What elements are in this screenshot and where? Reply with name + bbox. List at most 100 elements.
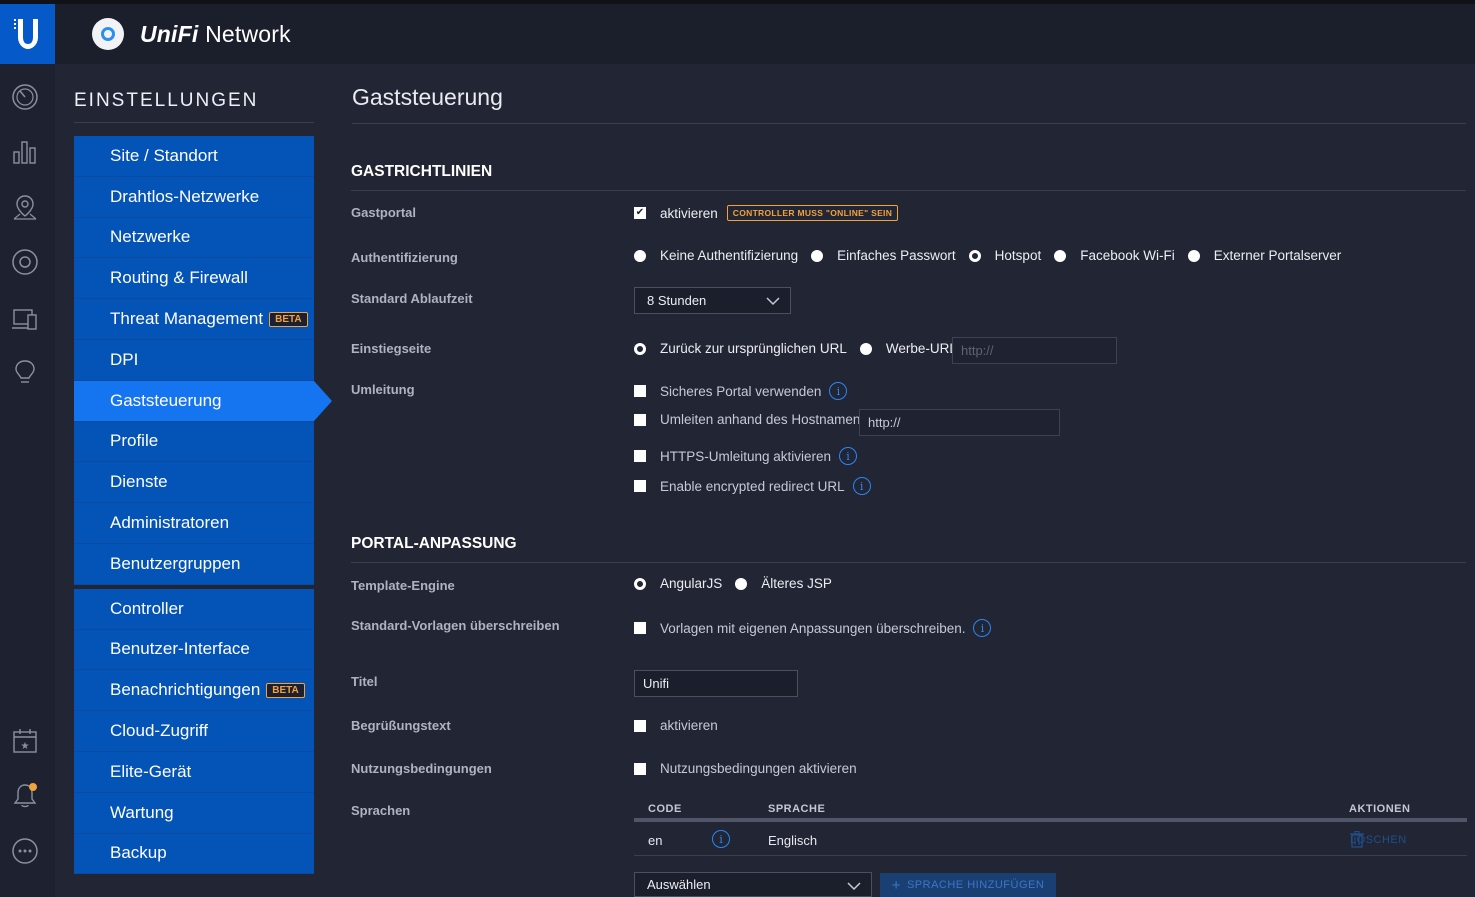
sidebar-item-label: Drahtlos-Netzwerke <box>110 186 260 206</box>
auth-option-facebook[interactable]: Facebook Wi-Fi <box>1054 248 1175 263</box>
dashboard-icon[interactable] <box>10 82 40 112</box>
sidebar-item-backup[interactable]: Backup <box>74 834 314 875</box>
statistics-icon[interactable] <box>10 137 40 167</box>
https-redirect-label: HTTPS-Umleitung aktivieren <box>660 448 832 464</box>
sidebar-item-label: Benutzer-Interface <box>110 639 250 659</box>
redirect-hostname-value: http:// <box>868 415 901 430</box>
guest-portal-checkbox[interactable]: ✔ <box>634 207 646 219</box>
language-select[interactable]: Auswählen <box>634 872 872 897</box>
sidebar-item-controller[interactable]: Controller <box>74 589 314 630</box>
devices-icon[interactable] <box>10 247 40 277</box>
promo-url-placeholder: http:// <box>961 343 994 358</box>
nav-group-controller: Controller Benutzer-Interface Benachrich… <box>74 588 314 875</box>
engine-option-angularjs[interactable]: AngularJS <box>634 576 722 591</box>
landing-option-promo-url[interactable]: Werbe-URL <box>859 341 957 356</box>
auth-option-label: Hotspot <box>994 248 1042 263</box>
chat-icon[interactable] <box>10 836 40 866</box>
label-authentication: Authentifizierung <box>351 250 458 265</box>
sidebar-item-profiles[interactable]: Profile <box>74 422 314 463</box>
add-language-label: SPRACHE HINZUFÜGEN <box>906 879 1045 891</box>
landing-option-original-url[interactable]: Zurück zur ursprünglichen URL <box>634 341 847 356</box>
info-icon[interactable]: i <box>852 477 871 495</box>
redirect-hostname-label: Umleiten anhand des Hostnamen <box>660 412 861 427</box>
map-icon[interactable] <box>10 192 40 222</box>
col-code-header: CODE <box>648 803 682 815</box>
terms-checkbox[interactable] <box>634 762 646 775</box>
encrypted-url-checkbox[interactable] <box>634 480 646 492</box>
sidebar-item-networks[interactable]: Netzwerke <box>74 218 314 259</box>
auth-option-hotspot[interactable]: Hotspot <box>968 248 1042 263</box>
ubiquiti-logo[interactable] <box>0 4 55 64</box>
icon-rail: ★ <box>0 64 55 897</box>
auth-option-label: Facebook Wi-Fi <box>1080 248 1175 263</box>
sidebar-item-routing-firewall[interactable]: Routing & Firewall <box>74 258 314 300</box>
sidebar-item-services[interactable]: Dienste <box>74 462 314 504</box>
sidebar-item-notifications[interactable]: Benachrichtigungen BETA <box>74 670 314 712</box>
sidebar-item-label: Site / Standort <box>110 145 218 165</box>
radio-button-selected[interactable] <box>634 577 646 590</box>
sidebar-item-admins[interactable]: Administratoren <box>74 503 314 544</box>
welcome-text-checkbox[interactable] <box>634 719 646 732</box>
promo-url-input[interactable]: http:// <box>952 337 1117 364</box>
terms-row: Nutzungsbedingungen aktivieren <box>634 761 857 776</box>
sidebar-title: EINSTELLUNGEN <box>74 90 314 123</box>
language-name: Englisch <box>768 833 818 848</box>
label-guest-portal: Gastportal <box>351 205 417 220</box>
auth-option-password[interactable]: Einfaches Passwort <box>811 248 956 263</box>
sidebar-item-maintenance[interactable]: Wartung <box>74 793 314 834</box>
redirect-hostname-checkbox[interactable] <box>634 413 646 426</box>
info-icon[interactable]: i <box>829 382 848 400</box>
secure-portal-label: Sicheres Portal verwenden <box>660 383 822 399</box>
radio-button[interactable] <box>634 249 646 262</box>
sidebar-item-label: Threat Management <box>110 309 264 329</box>
info-icon[interactable]: i <box>712 830 730 848</box>
redirect-hostname-input[interactable]: http:// <box>859 409 1060 436</box>
clients-icon[interactable] <box>10 304 40 334</box>
sidebar-item-label: DPI <box>110 349 139 369</box>
secure-portal-checkbox[interactable] <box>634 385 646 397</box>
sidebar-item-wireless-networks[interactable]: Drahtlos-Netzwerke <box>74 177 314 218</box>
secure-portal-row: Sicheres Portal verwenden i <box>634 382 848 400</box>
sidebar-item-label: Cloud-Zugriff <box>110 721 208 741</box>
languages-table-header: CODE SPRACHE AKTIONEN <box>634 802 1467 822</box>
insights-icon[interactable] <box>10 357 40 387</box>
auth-option-label: Einfaches Passwort <box>837 248 956 263</box>
sidebar-item-threat-management[interactable]: Threat Management BETA <box>74 299 314 340</box>
sidebar-item-user-groups[interactable]: Benutzergruppen <box>74 544 314 585</box>
sidebar-item-elite-device[interactable]: Elite-Gerät <box>74 752 314 793</box>
override-templates-checkbox[interactable] <box>634 622 646 634</box>
radio-button[interactable] <box>1187 249 1200 262</box>
radio-button[interactable] <box>811 249 824 262</box>
table-row: en i Englisch LÖSCHEN <box>634 826 1467 856</box>
radio-button[interactable] <box>1054 249 1067 262</box>
auth-option-external[interactable]: Externer Portalserver <box>1187 248 1341 263</box>
radio-button-selected[interactable] <box>968 249 981 262</box>
radio-button[interactable] <box>859 342 872 355</box>
svg-text:★: ★ <box>21 741 30 752</box>
https-redirect-row: HTTPS-Umleitung aktivieren i <box>634 447 858 465</box>
sidebar-item-user-interface[interactable]: Benutzer-Interface <box>74 630 314 671</box>
delete-language-button[interactable]: LÖSCHEN <box>1350 831 1406 848</box>
expiry-select[interactable]: 8 Stunden <box>634 287 791 314</box>
beta-badge: BETA <box>269 311 308 327</box>
info-icon[interactable]: i <box>839 447 858 465</box>
title-input[interactable]: Unifi <box>634 670 798 697</box>
add-language-button[interactable]: + SPRACHE HINZUFÜGEN <box>880 873 1056 897</box>
sidebar-item-dpi[interactable]: DPI <box>74 340 314 381</box>
label-title: Titel <box>351 674 378 689</box>
sidebar-item-cloud-access[interactable]: Cloud-Zugriff <box>74 711 314 752</box>
auth-option-none[interactable]: Keine Authentifizierung <box>634 248 798 263</box>
events-calendar-icon[interactable]: ★ <box>10 726 40 756</box>
radio-button[interactable] <box>735 577 748 590</box>
https-redirect-checkbox[interactable] <box>634 450 646 462</box>
sidebar-item-site[interactable]: Site / Standort <box>74 136 314 177</box>
engine-option-jsp[interactable]: Älteres JSP <box>735 576 832 591</box>
sidebar-item-label: Elite-Gerät <box>110 761 192 781</box>
info-icon[interactable]: i <box>973 619 992 637</box>
override-templates-row: Vorlagen mit eigenen Anpassungen übersch… <box>634 619 992 637</box>
sidebar-item-guest-control[interactable]: Gaststeuerung <box>74 380 332 422</box>
alerts-bell-icon[interactable] <box>10 780 40 810</box>
nav-group-site: Site / Standort Drahtlos-Netzwerke Netzw… <box>74 136 332 585</box>
engine-option-label: AngularJS <box>660 576 723 591</box>
radio-button-selected[interactable] <box>634 342 646 355</box>
